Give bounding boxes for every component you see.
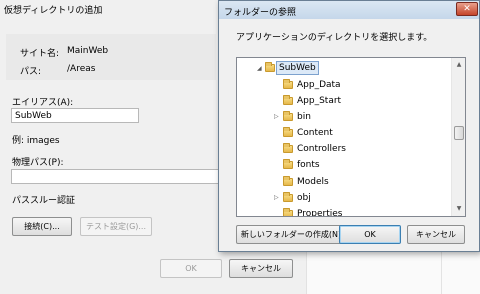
cancel-button[interactable]: キャンセル: [407, 225, 465, 244]
folder-icon: [283, 143, 293, 153]
tree-node-label: App_Start: [297, 96, 342, 106]
folder-icon: [283, 95, 293, 105]
folder-icon: [283, 192, 293, 202]
collapsed-arrow-icon[interactable]: ▷: [274, 109, 279, 125]
test-settings-button[interactable]: テスト設定(G)...: [80, 217, 152, 236]
folder-icon: [283, 176, 293, 186]
physical-path-input[interactable]: [11, 169, 221, 184]
tree-node-label: Models: [297, 177, 329, 187]
alias-example: 例: images: [12, 136, 60, 146]
scroll-up-icon[interactable]: ▲: [452, 58, 465, 72]
tree-node-label: Properties: [297, 209, 343, 217]
expanded-arrow-icon: ◢: [257, 65, 262, 72]
vertical-scrollbar[interactable]: ▲ ▼: [451, 58, 465, 216]
folder-icon: [283, 159, 293, 169]
ok-button[interactable]: OK: [160, 259, 222, 278]
cancel-button[interactable]: キャンセル: [229, 259, 293, 278]
folder-tree[interactable]: ◢ SubWeb App_Data App_Start ▷ bin Conten…: [236, 57, 466, 217]
physical-path-label: 物理パス(P):: [12, 158, 64, 168]
close-icon[interactable]: ✕: [456, 2, 478, 16]
tree-node-label: obj: [297, 193, 311, 203]
alias-input[interactable]: SubWeb: [11, 108, 139, 123]
tree-node-label: bin: [297, 112, 311, 122]
folder-icon: [283, 111, 293, 121]
browse-for-folder-dialog: フォルダーの参照 ✕ アプリケーションのディレクトリを選択します。 ◢ SubW…: [218, 0, 480, 252]
site-label: サイト名:: [20, 49, 60, 59]
new-folder-button[interactable]: 新しいフォルダーの作成(N): [236, 225, 346, 244]
folder-icon: [283, 208, 293, 216]
tree-node-label: App_Data: [297, 80, 341, 90]
ok-button[interactable]: OK: [339, 225, 401, 244]
connect-as-button[interactable]: 接続(C)...: [12, 217, 72, 236]
alias-label: エイリアス(A):: [12, 98, 74, 108]
tree-node-label: fonts: [297, 160, 320, 170]
tree-node-label: Content: [297, 128, 333, 138]
tree-node-label: SubWeb: [276, 61, 319, 75]
folder-icon: [283, 79, 293, 89]
folder-icon: [265, 62, 275, 72]
collapsed-arrow-icon[interactable]: ▷: [274, 190, 279, 206]
scroll-thumb[interactable]: [454, 126, 464, 140]
passthrough-label: パススルー認証: [12, 196, 76, 206]
prompt-text: アプリケーションのディレクトリを選択します。: [236, 33, 433, 43]
dialog-title: フォルダーの参照: [224, 8, 297, 18]
dialog-title: 仮想ディレクトリの追加: [4, 6, 103, 16]
title-bar: フォルダーの参照 ✕: [219, 1, 479, 19]
path-value: /Areas: [67, 64, 96, 74]
folder-icon: [283, 127, 293, 137]
site-value: MainWeb: [67, 46, 109, 56]
scroll-down-icon[interactable]: ▼: [452, 202, 465, 216]
path-label: パス:: [20, 67, 42, 77]
tree-node-label: Controllers: [297, 144, 346, 154]
